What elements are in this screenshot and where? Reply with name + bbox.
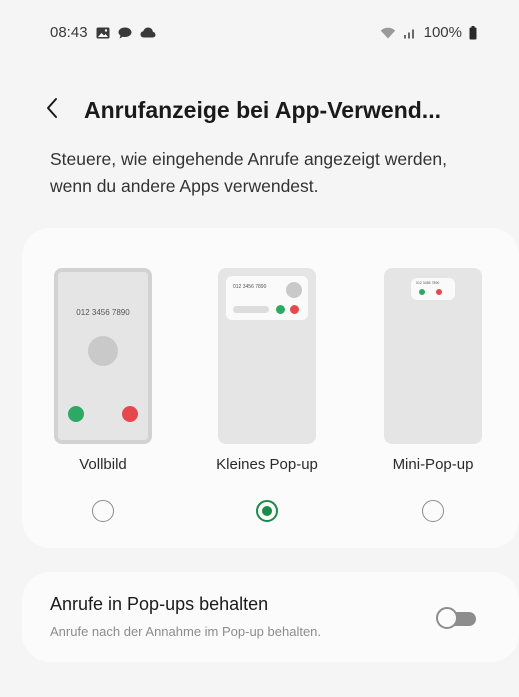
status-bar-right: 100% bbox=[380, 24, 477, 41]
option-kleines-popup[interactable]: 012 3456 7890 Kleines Pop-up bbox=[216, 268, 318, 522]
option-label: Kleines Pop-up bbox=[216, 456, 318, 473]
option-label: Vollbild bbox=[79, 456, 127, 473]
accept-call-icon bbox=[68, 406, 84, 422]
preview-bar bbox=[233, 306, 269, 313]
preview-avatar bbox=[286, 282, 302, 298]
page-description: Steuere, wie eingehende Anrufe angezeigt… bbox=[50, 149, 447, 196]
preview-avatar bbox=[88, 336, 118, 366]
small-popup-preview: 012 3456 7890 bbox=[218, 268, 316, 444]
status-time: 08:43 bbox=[50, 24, 88, 41]
app-header: Anrufanzeige bei App-Verwend... bbox=[34, 90, 494, 130]
toggle-thumb bbox=[436, 607, 458, 629]
preview-phone-number: 012 3456 7890 bbox=[76, 308, 130, 317]
accept-call-icon bbox=[419, 289, 425, 295]
radio-vollbild[interactable] bbox=[92, 500, 114, 522]
preview-popup: 012 3456 7890 bbox=[226, 276, 308, 320]
mini-popup-preview: 012 3456 7890 bbox=[384, 268, 482, 444]
decline-call-icon bbox=[122, 406, 138, 422]
page-title: Anrufanzeige bei App-Verwend... bbox=[84, 96, 441, 123]
status-bar-left: 08:43 bbox=[50, 24, 156, 41]
setting-title: Anrufe in Pop-ups behalten bbox=[50, 594, 269, 614]
chat-icon bbox=[118, 27, 132, 39]
chevron-left-icon bbox=[45, 97, 59, 124]
radio-mini-popup[interactable] bbox=[422, 500, 444, 522]
preview-phone-number: 012 3456 7890 bbox=[416, 281, 440, 285]
status-bar: 08:43 100% bbox=[0, 0, 519, 60]
decline-call-icon bbox=[290, 305, 299, 314]
decline-call-icon bbox=[436, 289, 442, 295]
preview-phone-number: 012 3456 7890 bbox=[233, 284, 267, 290]
battery-icon bbox=[469, 25, 477, 40]
signal-icon bbox=[403, 27, 417, 39]
option-vollbild[interactable]: 012 3456 7890 Vollbild bbox=[54, 268, 152, 522]
wifi-icon bbox=[380, 27, 396, 39]
back-button[interactable] bbox=[34, 92, 70, 128]
battery-percent: 100% bbox=[423, 24, 462, 41]
cloud-icon bbox=[140, 27, 156, 38]
display-style-card: 012 3456 7890 Vollbild 012 3456 7890 Kle… bbox=[22, 228, 519, 548]
accept-call-icon bbox=[276, 305, 285, 314]
setting-subtitle: Anrufe nach der Annahme im Pop-up behalt… bbox=[50, 624, 322, 639]
preview-popup: 012 3456 7890 bbox=[411, 278, 455, 300]
gallery-icon bbox=[96, 27, 110, 39]
fullscreen-preview: 012 3456 7890 bbox=[54, 268, 152, 444]
keep-calls-toggle[interactable] bbox=[436, 607, 476, 629]
radio-kleines-popup[interactable] bbox=[256, 500, 278, 522]
keep-calls-setting[interactable]: Anrufe in Pop-ups behalten Anrufe nach d… bbox=[22, 572, 519, 662]
option-label: Mini-Pop-up bbox=[392, 456, 474, 473]
option-mini-popup[interactable]: 012 3456 7890 Mini-Pop-up bbox=[384, 268, 482, 522]
